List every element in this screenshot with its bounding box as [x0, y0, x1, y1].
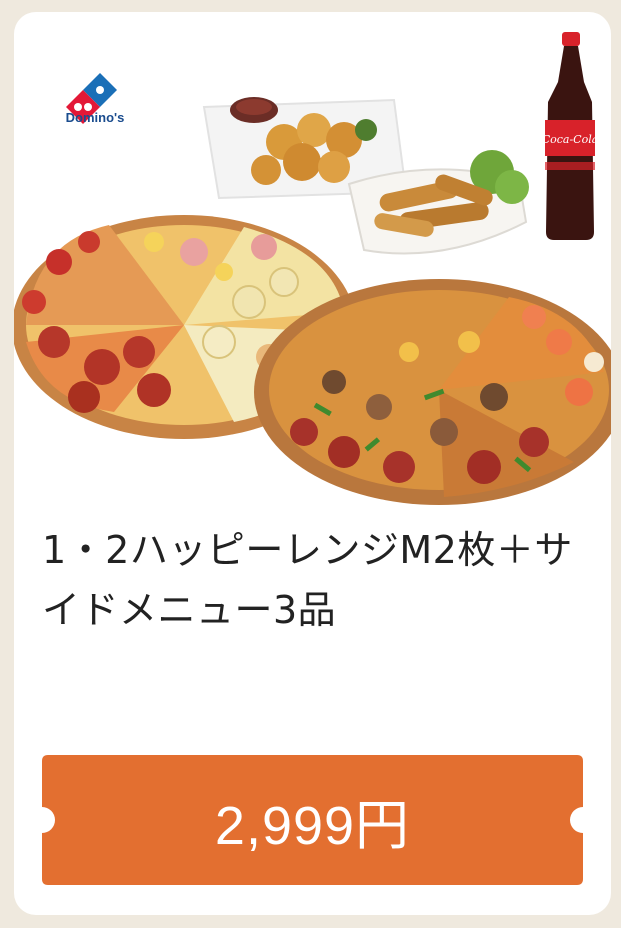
cola-label: Coca-Cola — [542, 133, 599, 146]
price-label: 2,999円 — [214, 795, 411, 856]
coupon-title: 1・2ハッピーレンジM2枚＋サイドメニュー3品 — [42, 528, 573, 632]
cola-bottle: Coca-Cola — [542, 32, 599, 240]
right-pizza — [254, 279, 611, 505]
price-ticket[interactable]: 2,999円 — [42, 755, 583, 885]
coupon-card[interactable]: Coca-Cola Domino's 1・2ハッピーレンジM2枚＋サイドメニュー… — [14, 12, 611, 915]
dominos-logo-icon — [66, 73, 117, 124]
brand-name: Domino's — [65, 110, 125, 125]
